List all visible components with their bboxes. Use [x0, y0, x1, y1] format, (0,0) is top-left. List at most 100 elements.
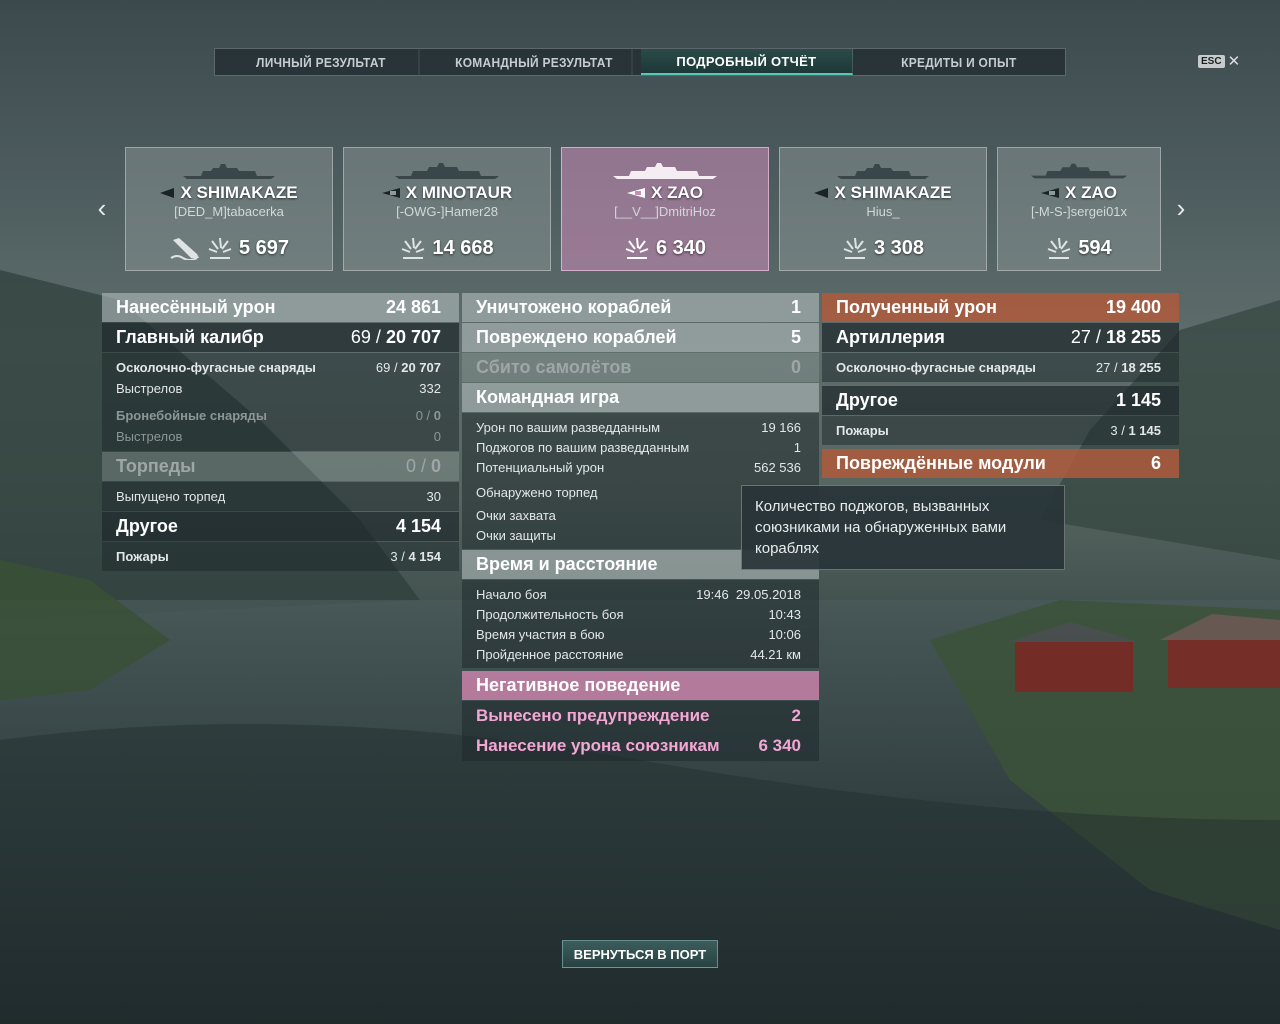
- other-received-row: Другое 1 145: [822, 386, 1179, 415]
- row-label: Уничтожено кораблей: [476, 297, 672, 317]
- battle-start-row: Начало боя 19:46 29.05.2018: [462, 584, 819, 604]
- ship-card[interactable]: X SHIMAKAZE Hius_ 3 308: [779, 147, 987, 271]
- torpedoes-fired-row: Выпущено торпед 30: [102, 486, 459, 507]
- row-label: Пожары: [116, 549, 169, 564]
- row-label: Начало боя: [476, 586, 547, 602]
- player-name: [-M-S-]sergei01x: [1030, 204, 1128, 219]
- destroyer-icon: [160, 188, 175, 198]
- ship-card[interactable]: X ZAO [-M-S-]sergei01x 594: [997, 147, 1161, 271]
- row-label: Другое: [116, 516, 178, 536]
- row-label: Выпущено торпед: [116, 489, 226, 504]
- ship-name: X SHIMAKAZE: [180, 183, 298, 202]
- row-value: 44.21 км: [750, 646, 801, 662]
- row-value: 1: [790, 297, 801, 317]
- he-shells-row: Осколочно-фугасные снаряды 69 / 20 707: [102, 357, 459, 378]
- time-distance-details: Начало боя 19:46 29.05.2018 Продолжитель…: [462, 580, 819, 668]
- ship-silhouette-icon: [613, 163, 717, 179]
- row-value: 332: [419, 381, 441, 396]
- row-label: Поджогов по вашим разведданным: [476, 439, 690, 455]
- row-label: Выстрелов: [116, 429, 183, 444]
- ship-card-selected[interactable]: X ZAO [__V__]DmitriHoz 6 340: [561, 147, 769, 271]
- row-label: Обнаружено торпед: [476, 484, 598, 500]
- row-value: 19:46 29.05.2018: [696, 586, 801, 602]
- ship-card[interactable]: X SHIMAKAZE [DED_M]tabacerka 5 697: [125, 147, 333, 271]
- he-received-row: Осколочно-фугасные снаряды 27 / 18 255: [822, 357, 1179, 378]
- section-title: Командная игра: [476, 387, 620, 407]
- tab-bar: ЛИЧНЫЙ РЕЗУЛЬТАТ КОМАНДНЫЙ РЕЗУЛЬТАТ ПОД…: [214, 48, 1066, 76]
- damage-value: 6 340: [655, 236, 707, 259]
- row-label: Потенциальный урон: [476, 459, 605, 475]
- player-name: [__V__]DmitriHoz: [614, 204, 716, 219]
- damage-dealt-header: Нанесённый урон 24 861: [102, 293, 459, 322]
- tab-detailed-report[interactable]: ПОДРОБНЫЙ ОТЧЁТ: [640, 49, 854, 75]
- damage-icon: [1047, 237, 1071, 259]
- ships-damaged-row: Повреждено кораблей 5: [462, 323, 819, 352]
- artillery-row: Артиллерия 27 / 18 255: [822, 323, 1179, 352]
- main-battery-details: Осколочно-фугасные снаряды 69 / 20 707 В…: [102, 353, 459, 451]
- row-value: 4 154: [395, 516, 441, 536]
- row-value: 0 / 0: [405, 456, 441, 476]
- row-value: 19 166: [761, 419, 801, 435]
- negative-behavior-header: Негативное поведение: [462, 671, 819, 700]
- section-title: Нанесённый урон: [116, 297, 276, 317]
- row-label: Пройденное расстояние: [476, 646, 624, 662]
- row-value: 30: [426, 489, 441, 504]
- main-battery-row: Главный калибр 69 / 20 707: [102, 323, 459, 352]
- row-value: 1: [793, 439, 801, 455]
- ship-silhouette-icon: [1030, 163, 1128, 179]
- tab-credits-xp[interactable]: КРЕДИТЫ И ОПЫТ: [862, 49, 1057, 75]
- chevron-left-icon[interactable]: ‹: [95, 195, 109, 221]
- row-label: Торпеды: [116, 456, 196, 476]
- row-label: Бронебойные снаряды: [116, 408, 267, 423]
- sunk-ship-icon: [170, 238, 199, 260]
- damaged-modules-row: Повреждённые модули 6: [822, 449, 1179, 478]
- ship-silhouette-icon: [395, 163, 499, 179]
- he-shots-row: Выстрелов 332: [102, 378, 459, 399]
- esc-key-icon: ESC: [1198, 55, 1225, 68]
- row-label: Пожары: [836, 423, 889, 438]
- ship-name: X ZAO: [651, 183, 703, 202]
- row-label: Вынесено предупреждение: [476, 706, 710, 725]
- row-value: 10:43: [768, 606, 801, 622]
- ship-name: X SHIMAKAZE: [834, 183, 952, 202]
- section-title: Полученный урон: [836, 297, 997, 317]
- row-label: Артиллерия: [836, 327, 945, 347]
- destroyer-icon: [814, 188, 829, 198]
- chevron-right-icon[interactable]: ›: [1174, 195, 1188, 221]
- player-name: Hius_: [866, 204, 900, 219]
- participation-time-row: Время участия в бою 10:06: [462, 624, 819, 644]
- row-label: Главный калибр: [116, 327, 264, 347]
- ap-shots-row: Выстрелов 0: [102, 426, 459, 447]
- row-label: Другое: [836, 390, 898, 410]
- close-button[interactable]: ESC ✕: [1198, 54, 1240, 69]
- row-value: 27 / 18 255: [1095, 360, 1161, 375]
- tab-team-result[interactable]: КОМАНДНЫЙ РЕЗУЛЬТАТ: [436, 49, 632, 75]
- cruiser-icon: [627, 188, 646, 198]
- damage-received-panel: Полученный урон 19 400 Артиллерия 27 / 1…: [822, 293, 1179, 479]
- warning-row: Вынесено предупреждение 2: [462, 701, 819, 731]
- return-to-port-button[interactable]: ВЕРНУТЬСЯ В ПОРТ: [562, 940, 718, 968]
- cruiser-icon: [381, 188, 400, 198]
- row-label: Повреждённые модули: [836, 453, 1046, 473]
- cruiser-icon: [1041, 188, 1060, 198]
- team-play-header: Командная игра: [462, 383, 819, 412]
- ship-name: X ZAO: [1065, 183, 1117, 202]
- spotting-fires-row[interactable]: Поджогов по вашим разведданным 1: [462, 437, 819, 457]
- row-label: Время участия в бою: [476, 626, 605, 642]
- row-value: 6 340: [758, 736, 801, 755]
- row-value: 0 / 0: [415, 408, 441, 423]
- row-label: Повреждено кораблей: [476, 327, 677, 347]
- tab-personal-result[interactable]: ЛИЧНЫЙ РЕЗУЛЬТАТ: [224, 49, 420, 75]
- negative-behavior-details: Вынесено предупреждение 2 Нанесение урон…: [462, 701, 819, 761]
- ship-name: X MINOTAUR: [405, 183, 513, 202]
- ship-silhouette-icon: [837, 164, 929, 179]
- team-damage-row: Нанесение урона союзникам 6 340: [462, 731, 819, 761]
- row-label: Очки защиты: [476, 527, 556, 543]
- row-label: Очки захвата: [476, 507, 556, 523]
- fires-row: Пожары 3 / 4 154: [102, 546, 459, 567]
- other-damage-row: Другое 4 154: [102, 512, 459, 541]
- damage-value: 5 697: [238, 236, 290, 259]
- row-label: Сбито самолётов: [476, 357, 632, 377]
- torpedo-details: Выпущено торпед 30: [102, 482, 459, 511]
- ship-card[interactable]: X MINOTAUR [-OWG-]Hamer28 14 668: [343, 147, 551, 271]
